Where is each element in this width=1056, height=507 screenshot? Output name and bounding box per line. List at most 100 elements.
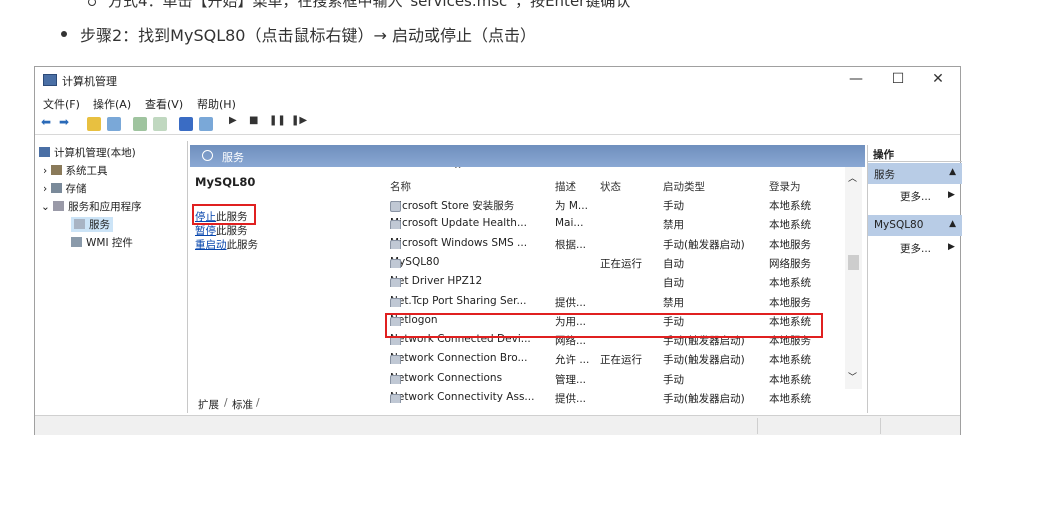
export-list-icon[interactable] [153, 117, 167, 131]
collapse-triangle-icon[interactable]: ▲ [949, 219, 956, 229]
tab-standard[interactable]: 标准 [232, 397, 253, 412]
more-actions-mysql[interactable]: 更多... ▶ [900, 241, 955, 256]
tree-services-apps[interactable]: ⌄ 服务和应用程序 [41, 199, 142, 214]
column-status[interactable]: 状态 [600, 179, 621, 194]
stop-action-highlight [192, 204, 256, 225]
service-row[interactable]: Network Connections 管理... 手动 本地系统 [383, 369, 853, 388]
list-scrollbar[interactable]: ︿ ﹀ [845, 167, 862, 389]
service-name-text: Network Connectivity Ass... [390, 391, 535, 403]
service-row[interactable]: MySQL80 正在运行 自动 网络服务 [383, 253, 853, 272]
service-name-text: Microsoft Store 安装服务 [390, 200, 515, 212]
service-row[interactable]: Microsoft Windows SMS ... 根据... 手动(触发器启动) 本… [383, 234, 853, 253]
scroll-up-icon[interactable]: ︿ [848, 171, 857, 184]
help-icon[interactable] [179, 117, 193, 131]
service-logon: 本地系统 [769, 219, 811, 232]
tools-icon [50, 165, 62, 175]
restart-service-action[interactable]: 重启动此服务 [195, 237, 258, 252]
pause-service-icon[interactable]: ❚❚ [269, 115, 286, 126]
service-name: Microsoft Store 安装服务 [390, 198, 514, 213]
storage-icon [50, 183, 62, 193]
service-row[interactable]: Microsoft Store 安装服务 为 M... 手动 本地系统 [383, 195, 853, 214]
tree-wmi[interactable]: WMI 控件 [71, 235, 133, 250]
service-row[interactable]: Network Connectivity Ass... 提供... 手动(触发器启动… [383, 388, 853, 407]
stop-service-icon[interactable]: ■ [249, 115, 258, 126]
service-row[interactable]: Net.Tcp Port Sharing Ser... 提供... 禁用 本地服务 [383, 292, 853, 311]
service-desc: 提供... [555, 393, 587, 405]
menu-file[interactable]: 文件(F) [43, 96, 80, 112]
tree-system-tools[interactable]: › 系统工具 [43, 163, 108, 178]
service-desc: 允许 ... [555, 354, 590, 367]
service-logon: 本地系统 [769, 354, 811, 367]
close-button[interactable]: ✕ [923, 71, 953, 87]
service-name: Network Connections [390, 372, 502, 384]
tree-services[interactable]: 服务 [71, 217, 113, 232]
back-icon[interactable]: ⬅ [41, 115, 51, 129]
properties-icon[interactable] [199, 117, 213, 131]
start-service-icon[interactable]: ▶ [229, 115, 237, 126]
column-logon[interactable]: 登录为 [769, 179, 801, 194]
scroll-down-icon[interactable]: ﹀ [848, 370, 857, 383]
bullet-dot-icon [61, 31, 67, 37]
show-hide-tree-icon[interactable] [107, 117, 121, 131]
service-logon: 本地系统 [769, 393, 811, 405]
service-gear-icon [390, 355, 401, 365]
service-name: Microsoft Update Health... [390, 217, 527, 230]
selected-service-name: MySQL80 [195, 175, 256, 189]
chevron-right-icon[interactable]: › [43, 183, 51, 195]
column-desc[interactable]: 描述 [555, 179, 576, 194]
service-gear-icon [390, 239, 401, 249]
column-startup[interactable]: 启动类型 [663, 179, 705, 194]
gear-icon [74, 219, 85, 229]
service-gear-icon [390, 258, 401, 268]
chevron-down-icon[interactable]: ⌄ [41, 201, 53, 213]
actions-section-mysql[interactable]: MySQL80 ▲ [868, 215, 962, 236]
scroll-thumb[interactable] [848, 255, 859, 270]
service-startup: 自动 [663, 277, 684, 290]
minimize-button[interactable]: — [841, 71, 871, 87]
prev-step-text: 方式4：单击【开始】菜单，在搜索框中输入“services.msc”，按Ente… [88, 0, 630, 11]
tree-root[interactable]: 计算机管理(本地) [39, 145, 136, 160]
restart-service-icon[interactable]: ❚▶ [291, 115, 307, 126]
service-desc: 根据... [555, 238, 587, 251]
service-logon: 本地系统 [769, 200, 811, 212]
service-name: MySQL80 [390, 256, 439, 268]
service-gear-icon [390, 374, 401, 384]
collapse-triangle-icon[interactable]: ▲ [949, 167, 956, 177]
maximize-button[interactable]: ☐ [883, 71, 913, 87]
refresh-icon[interactable] [133, 117, 147, 131]
status-bar [35, 415, 960, 435]
service-status: 正在运行 [600, 257, 642, 270]
service-startup: 手动 [663, 373, 684, 386]
actions-section-services[interactable]: 服务 ▲ [868, 163, 962, 184]
forward-icon[interactable]: ➡ [59, 115, 69, 129]
service-row[interactable]: Network Connection Bro... 允许 ... 正在运行 手动(触发… [383, 349, 853, 368]
service-gear-icon [390, 201, 401, 212]
menu-action[interactable]: 操作(A) [93, 96, 131, 112]
actions-pane: 操作 服务 ▲ 更多... ▶ MySQL80 ▲ 更多... ▶ [867, 145, 962, 413]
more-actions-services[interactable]: 更多... ▶ [900, 189, 955, 204]
pause-service-action[interactable]: 暂停此服务 [195, 223, 248, 238]
menu-view[interactable]: 查看(V) [145, 96, 183, 112]
service-startup: 手动 [663, 200, 684, 212]
service-name-text: Network Connections [390, 371, 503, 384]
tab-extended[interactable]: 扩展 [198, 397, 219, 412]
chevron-right-icon[interactable]: › [43, 165, 51, 177]
step2-text: 步骤2：找到MySQL80（点击鼠标右键）→ 启动或停止（点击） [61, 22, 536, 46]
tree-storage[interactable]: › 存储 [43, 181, 87, 196]
service-row[interactable]: Net Driver HPZ12 自动 本地系统 [383, 272, 853, 291]
service-row[interactable]: Microsoft Update Health... Mai... 禁用 本地系统 [383, 214, 853, 233]
service-name-text: Microsoft Update Health... [390, 217, 527, 230]
column-name[interactable]: 名称 [390, 179, 411, 194]
up-folder-icon[interactable] [87, 117, 101, 131]
service-name-text: Network Connection Bro... [390, 352, 528, 365]
service-desc: 管理... [555, 373, 587, 386]
computer-management-window: 计算机管理 — ☐ ✕ 文件(F) 操作(A) 查看(V) 帮助(H) ⬅ ➡ … [34, 66, 962, 435]
service-name: Network Connectivity Ass... [390, 391, 534, 403]
service-startup: 禁用 [663, 296, 684, 309]
submenu-arrow-icon: ▶ [948, 190, 955, 200]
service-startup: 手动(触发器启动) [663, 393, 745, 405]
actions-header: 操作 [868, 145, 962, 162]
menu-help[interactable]: 帮助(H) [197, 96, 236, 112]
services-header: 服务 [190, 145, 865, 167]
service-logon: 本地服务 [769, 296, 811, 309]
